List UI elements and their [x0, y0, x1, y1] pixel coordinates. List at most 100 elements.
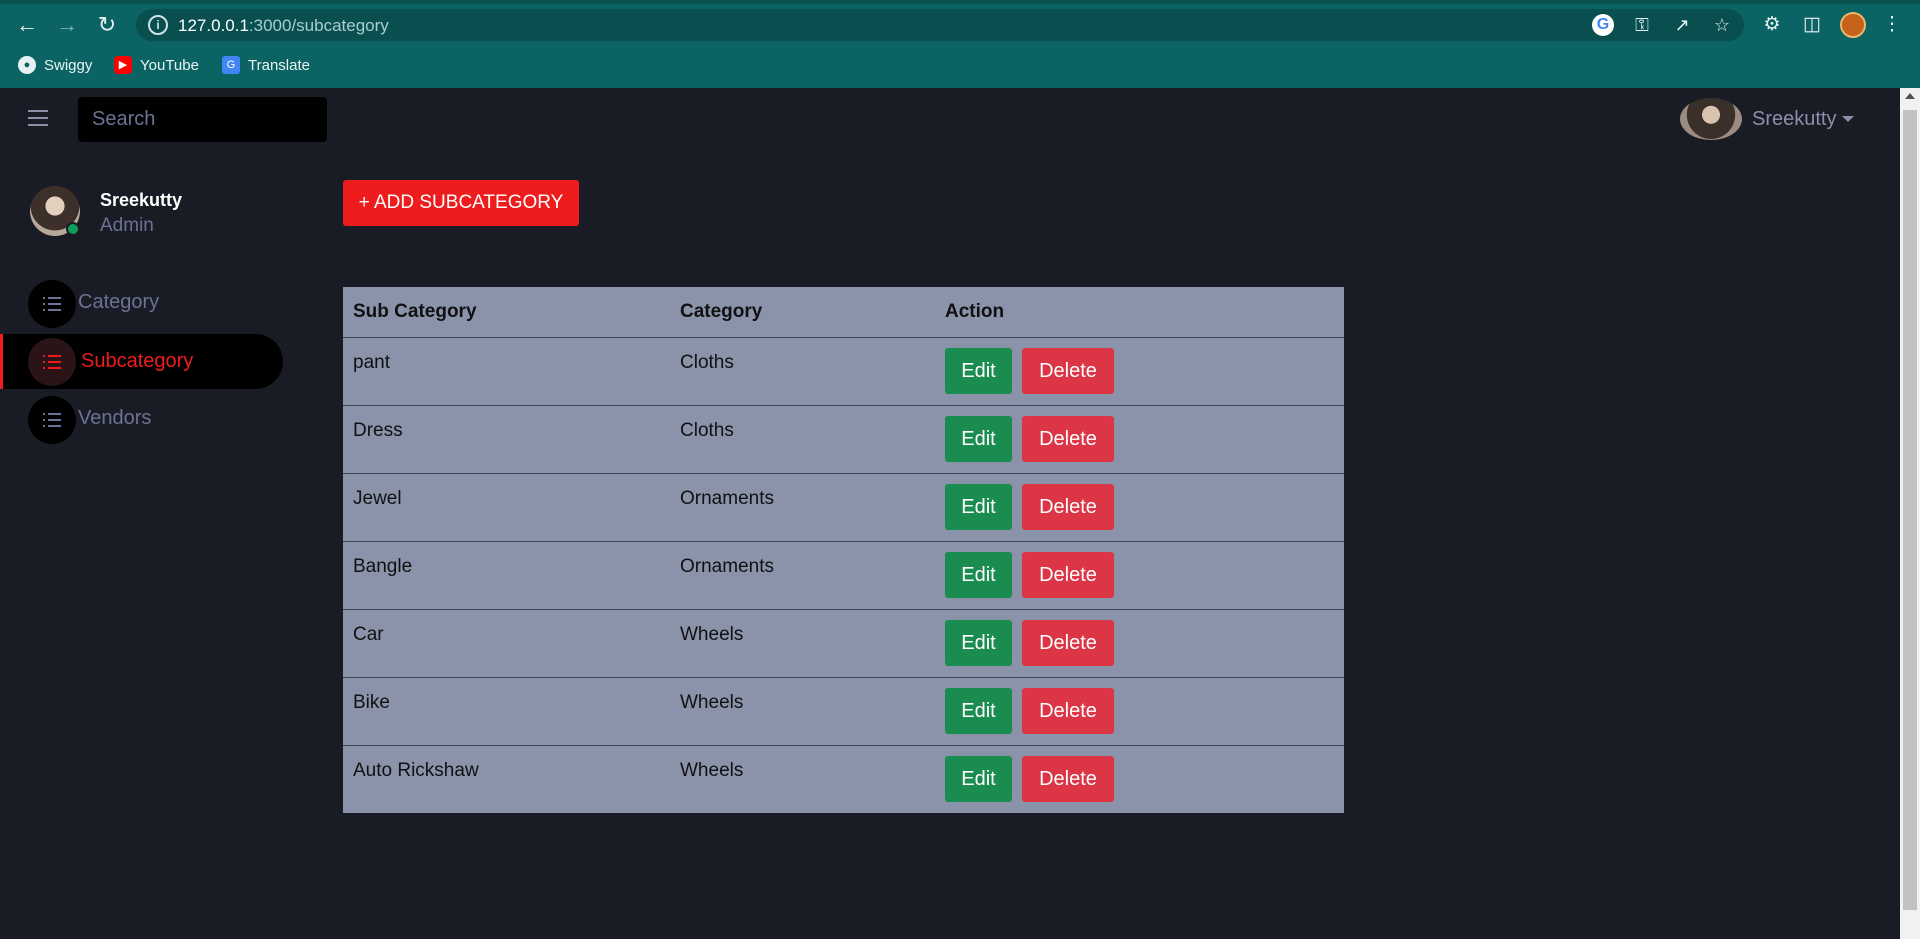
cell-actions: Edit Delete [935, 677, 1344, 746]
cell-subcategory: Bangle [343, 541, 670, 610]
cell-subcategory: Jewel [343, 473, 670, 542]
cell-category: Cloths [670, 405, 935, 474]
side-panel-icon[interactable]: ◫ [1800, 12, 1824, 38]
cell-category: Wheels [670, 677, 935, 746]
edit-button[interactable]: Edit [945, 688, 1012, 734]
delete-button[interactable]: Delete [1022, 416, 1114, 462]
back-arrow-icon[interactable]: ← [14, 12, 40, 38]
cell-actions: Edit Delete [935, 745, 1344, 813]
google-icon[interactable]: G [1592, 14, 1614, 36]
scroll-up-icon[interactable] [1905, 93, 1915, 99]
edit-button[interactable]: Edit [945, 620, 1012, 666]
table-row: Jewel Ornaments Edit Delete [343, 473, 1344, 542]
caret-down-icon [1842, 116, 1855, 122]
star-icon[interactable]: ☆ [1710, 14, 1734, 36]
edit-button[interactable]: Edit [945, 348, 1012, 394]
cell-actions: Edit Delete [935, 541, 1344, 610]
globe-icon: ● [18, 56, 36, 74]
edit-button[interactable]: Edit [945, 416, 1012, 462]
url-text[interactable]: 127.0.0.1:3000/subcategory [178, 16, 389, 36]
online-status-icon [66, 222, 80, 236]
more-menu-icon[interactable]: ⋮ [1880, 12, 1904, 38]
cell-subcategory: Bike [343, 677, 670, 746]
delete-button[interactable]: Delete [1022, 620, 1114, 666]
table-row: pant Cloths Edit Delete [343, 337, 1344, 406]
app-container: Sreekutty Sreekutty Admin Category Subca… [0, 88, 1920, 939]
add-subcategory-button[interactable]: + ADD SUBCATEGORY [343, 180, 579, 226]
search-input[interactable] [78, 97, 327, 142]
delete-button[interactable]: Delete [1022, 688, 1114, 734]
avatar [1680, 98, 1742, 140]
extensions-icon[interactable]: ⚙ [1760, 12, 1784, 38]
delete-button[interactable]: Delete [1022, 484, 1114, 530]
page-scrollbar[interactable] [1900, 88, 1920, 939]
cell-actions: Edit Delete [935, 405, 1344, 474]
edit-button[interactable]: Edit [945, 756, 1012, 803]
sidebar-item-label: Category [78, 290, 160, 313]
url-path: :3000/subcategory [248, 16, 389, 35]
sidebar-item-vendors[interactable]: Vendors [0, 390, 283, 446]
table-row: Bangle Ornaments Edit Delete [343, 541, 1344, 610]
cell-category: Wheels [680, 759, 744, 781]
cell-actions: Edit Delete [935, 609, 1344, 678]
cell-category: Wheels [670, 609, 935, 678]
share-icon[interactable]: ↗ [1670, 14, 1694, 36]
user-name: Sreekutty [1752, 107, 1837, 130]
user-dropdown[interactable]: Sreekutty [1680, 98, 1855, 140]
sidebar-item-label: Vendors [78, 406, 152, 429]
column-header-category: Category [670, 287, 935, 338]
tab-strip [0, 0, 1920, 4]
list-icon [28, 280, 76, 328]
cell-subcategory: Auto Rickshaw [353, 759, 479, 781]
sidebar-item-category[interactable]: Category [0, 274, 283, 330]
cell-actions: Edit Delete [935, 337, 1344, 406]
cell-subcategory: Car [343, 609, 670, 678]
cell-category: Cloths [670, 337, 935, 406]
sidebar: Sreekutty Admin Category Subcategory Ven… [0, 150, 314, 939]
table-row: Dress Cloths Edit Delete [343, 405, 1344, 474]
browser-chrome: ← → ↻ i 127.0.0.1:3000/subcategory G ⚿ ↗… [0, 0, 1920, 88]
delete-button[interactable]: Delete [1022, 756, 1114, 803]
checklist-icon [28, 338, 76, 386]
bookmark-label: Swiggy [44, 56, 93, 74]
browser-profile-icon[interactable] [1840, 12, 1866, 38]
sidebar-item-label: Subcategory [81, 350, 194, 372]
bookmark-label: YouTube [140, 56, 199, 74]
forward-arrow-icon[interactable]: → [54, 12, 80, 38]
scrollbar-thumb[interactable] [1903, 110, 1917, 910]
column-header-subcategory: Sub Category [343, 287, 670, 338]
key-icon[interactable]: ⚿ [1630, 14, 1654, 36]
profile-role: Admin [100, 215, 154, 236]
top-navbar: Sreekutty [0, 88, 1900, 150]
bookmark-youtube[interactable]: ▶ YouTube [114, 54, 199, 76]
edit-button[interactable]: Edit [945, 552, 1012, 598]
cell-subcategory: Dress [343, 405, 670, 474]
youtube-icon: ▶ [114, 56, 132, 74]
table-header-row: Sub Category Category Action [343, 287, 1344, 338]
site-info-icon[interactable]: i [148, 15, 168, 35]
table-row: Auto Rickshaw Wheels Edit Delete [343, 745, 1344, 813]
hamburger-menu-icon[interactable] [28, 110, 48, 126]
delete-button[interactable]: Delete [1022, 552, 1114, 598]
bookmark-swiggy[interactable]: ● Swiggy [18, 54, 92, 76]
sidebar-item-subcategory[interactable]: Subcategory [0, 334, 283, 389]
cell-actions: Edit Delete [935, 473, 1344, 542]
edit-button[interactable]: Edit [945, 484, 1012, 530]
delete-button[interactable]: Delete [1022, 348, 1114, 394]
bookmark-translate[interactable]: G Translate [222, 54, 310, 76]
sidebar-profile: Sreekutty Admin [30, 186, 290, 238]
reload-icon[interactable]: ↻ [94, 12, 120, 38]
bookmark-label: Translate [248, 56, 310, 74]
address-bar[interactable]: i 127.0.0.1:3000/subcategory G ⚿ ↗ ☆ [136, 9, 1744, 41]
table-row: Bike Wheels Edit Delete [343, 677, 1344, 746]
translate-icon: G [222, 56, 240, 74]
cell-subcategory: pant [343, 337, 670, 406]
url-host: 127.0.0.1 [178, 16, 249, 35]
subcategory-table: Sub Category Category Action pant Cloths… [343, 287, 1344, 813]
cell-category: Ornaments [670, 541, 935, 610]
profile-name: Sreekutty [100, 190, 183, 210]
cell-category: Ornaments [670, 473, 935, 542]
main-content: + ADD SUBCATEGORY Sub Category Category … [314, 150, 1898, 864]
column-header-action: Action [935, 287, 1344, 338]
table-row: Car Wheels Edit Delete [343, 609, 1344, 678]
